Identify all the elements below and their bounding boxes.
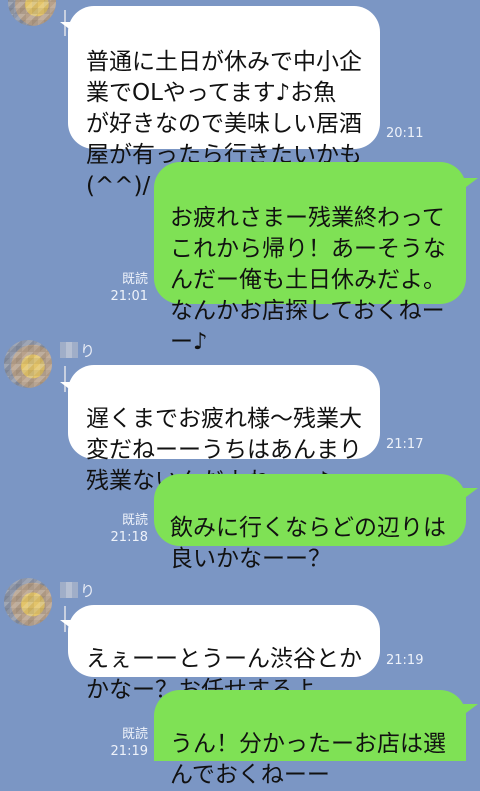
read-receipt: 既読: [121, 513, 148, 528]
message-text: うん！分かったーお店は選 んでおくねーー: [170, 731, 446, 788]
sender-avatar[interactable]: [8, 0, 56, 26]
message-bubble-outgoing[interactable]: 飲みに行くならどの辺りは 良いかなーー？: [154, 474, 466, 572]
sender-name-suffix: り: [80, 582, 96, 600]
read-receipt: 既読: [121, 727, 148, 742]
message-text: 飲みに行くならどの辺りは 良いかなーー？: [170, 515, 446, 572]
sender-avatar[interactable]: [4, 578, 52, 626]
read-receipt: 既読: [121, 272, 148, 287]
message-bubble-incoming[interactable]: えぇーーとうーん渋谷とか かなー？お任せするよ: [68, 605, 380, 703]
sender-name-redacted: [60, 582, 78, 598]
message-bubble-outgoing[interactable]: お疲れさまー残業終わって これから帰り！あーそうな んだー俺も土日休みだよ。 な…: [154, 162, 466, 355]
message-bubble-incoming[interactable]: 普通に土日が休みで中小企 業でOLやってます♪お魚 が好きなので美味しい居酒 屋…: [68, 6, 380, 199]
message-bubble-outgoing[interactable]: うん！分かったーお店は選 んでおくねーー: [154, 690, 466, 788]
bubble-tail: [462, 704, 478, 716]
message-time: 21:19: [386, 653, 424, 668]
sender-name-redacted: [60, 342, 78, 358]
chat-area[interactable]: 普通に土日が休みで中小企 業でOLやってます♪お魚 が好きなので美味しい居酒 屋…: [0, 0, 480, 788]
message-time: 20:11: [386, 126, 424, 141]
message-bubble-incoming[interactable]: 遅くまでお疲れ様〜残業大 変だねーーうちはあんまり 残業ないんだよねーー♪: [68, 365, 380, 494]
sender-name-suffix: り: [80, 342, 96, 360]
sender-avatar[interactable]: [4, 340, 52, 388]
message-time: 21:19: [110, 744, 148, 759]
message-time: 21:18: [110, 530, 148, 545]
bubble-tail: [462, 178, 478, 190]
message-time: 21:17: [386, 437, 424, 452]
message-text: お疲れさまー残業終わって これから帰り！あーそうな んだー俺も土日休みだよ。 な…: [170, 205, 446, 355]
message-time: 21:01: [110, 289, 148, 304]
bubble-tail: [462, 488, 478, 500]
